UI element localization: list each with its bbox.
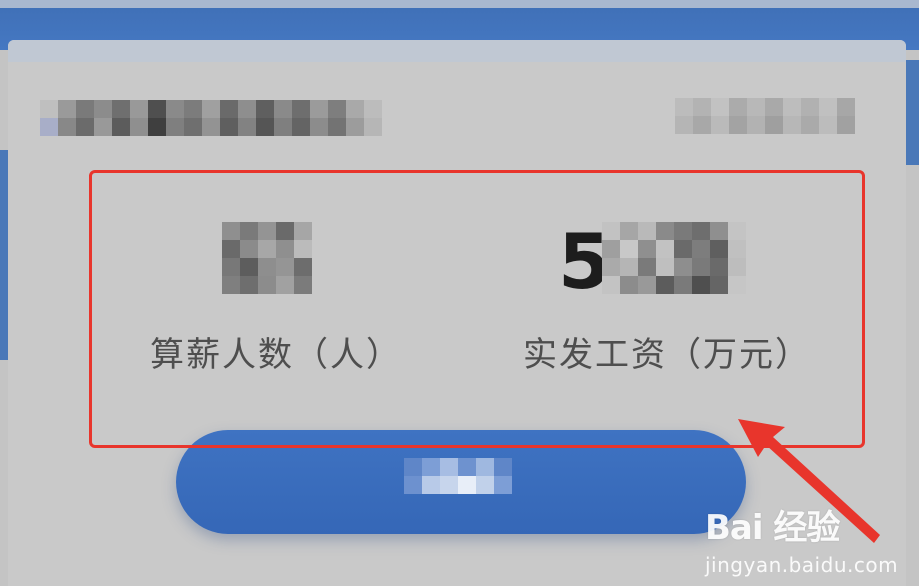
background-edge-right (906, 60, 919, 165)
watermark-url: jingyan.baidu.com (705, 553, 899, 577)
status-strip (0, 0, 919, 8)
button-label-obscured (404, 458, 512, 494)
card-date-obscured-row2 (675, 116, 855, 134)
card-date-obscured (675, 98, 855, 116)
card-title-obscured (40, 100, 382, 118)
card-title-obscured-row2 (40, 118, 382, 136)
watermark-logo: Bai 经验 (705, 508, 840, 548)
app-screen: 算薪人数（人） 5 实发工资（万元） Bai 经验 jingyan.baidu.… (0, 0, 919, 586)
card-header-bar (8, 40, 906, 62)
background-edge-left (0, 150, 8, 360)
baidu-jingyan-watermark: Bai 经验 jingyan.baidu.com (705, 500, 898, 577)
